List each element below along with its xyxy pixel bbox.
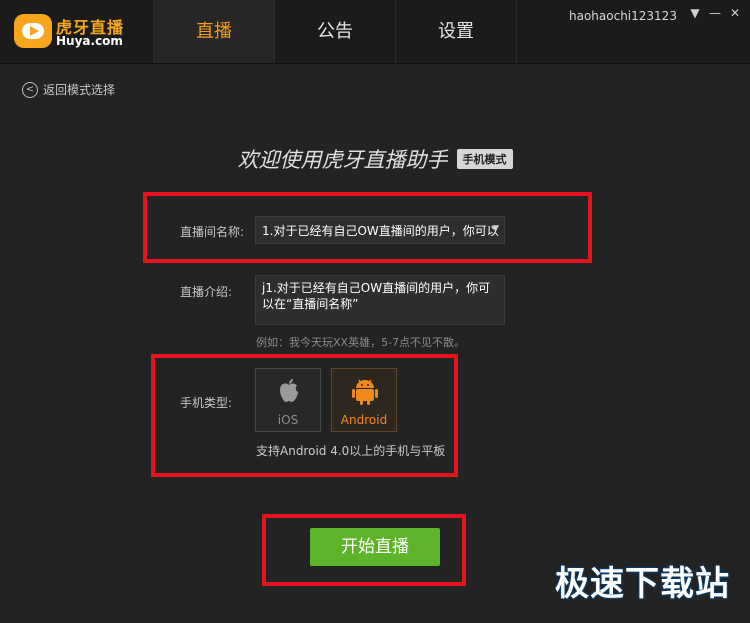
back-to-mode-select[interactable]: < 返回模式选择 <box>22 81 115 98</box>
tab-live[interactable]: 直播 <box>153 0 274 63</box>
window-controls: ▼ — ✕ <box>688 6 742 20</box>
minimize-icon[interactable]: — <box>708 6 722 20</box>
huya-mascot-icon <box>14 14 52 48</box>
highlight-box-room-name <box>143 192 592 263</box>
watermark: 极速下载站 <box>555 564 730 604</box>
logo-text-en: Huya.com <box>56 34 123 48</box>
back-label: 返回模式选择 <box>43 83 116 97</box>
main-nav: 直播 公告 设置 <box>153 0 517 63</box>
intro-textarea[interactable]: j1.对于已经有自己OW直播间的用户，你可以在“直播间名称” <box>255 275 505 325</box>
welcome-title: 欢迎使用虎牙直播助手 <box>237 148 448 172</box>
welcome-header: 欢迎使用虎牙直播助手 手机模式 <box>0 144 750 174</box>
intro-hint: 例如：我今天玩XX英雄，5-7点不见不散。 <box>256 336 466 349</box>
chevron-left-icon: < <box>22 81 38 98</box>
tab-announcement[interactable]: 公告 <box>274 0 395 63</box>
highlight-box-start-button <box>262 514 466 586</box>
huya-logo: 虎牙直播 Huya.com <box>14 12 134 52</box>
highlight-box-phone-type <box>151 354 458 477</box>
dropdown-menu-icon[interactable]: ▼ <box>688 6 702 20</box>
intro-label: 直播介绍: <box>180 285 233 299</box>
title-bar: 虎牙直播 Huya.com 直播 公告 设置 haohaochi123123 ▼… <box>0 0 750 64</box>
mode-badge: 手机模式 <box>456 149 513 169</box>
tab-settings[interactable]: 设置 <box>395 0 517 63</box>
username-label[interactable]: haohaochi123123 <box>569 9 677 23</box>
close-icon[interactable]: ✕ <box>728 6 742 20</box>
